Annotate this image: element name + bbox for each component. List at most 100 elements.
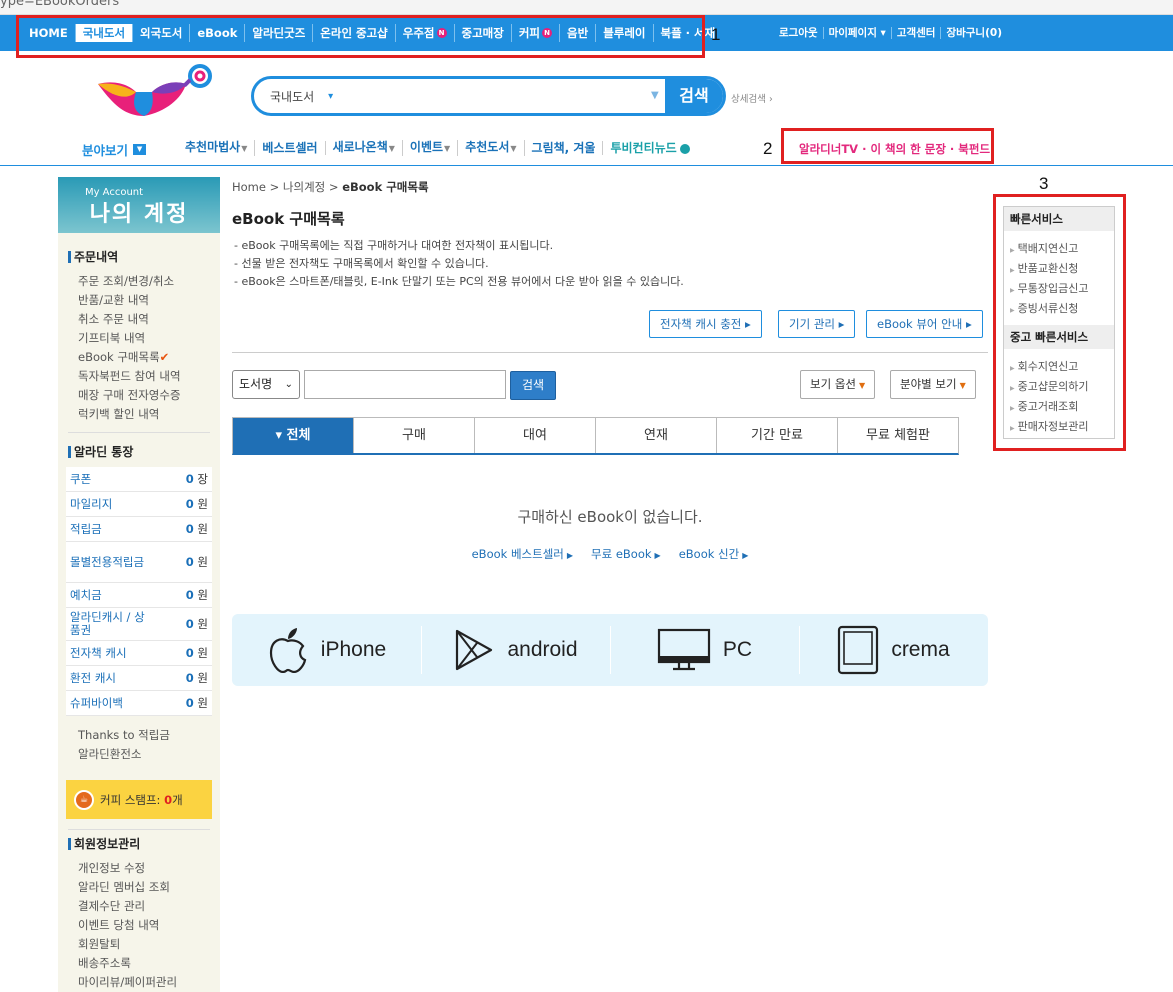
- book-search-input[interactable]: [304, 370, 506, 399]
- points-unit: 원: [197, 617, 208, 631]
- apple-icon: [269, 628, 307, 673]
- ebook-bestseller-link[interactable]: eBook 베스트셀러 ▶: [472, 546, 573, 562]
- category-view-button[interactable]: 분야별 보기 ▼: [890, 370, 976, 399]
- tab-serial[interactable]: 연재: [596, 418, 717, 453]
- search-input[interactable]: [358, 85, 648, 107]
- advanced-search-link[interactable]: 상세검색 ›: [731, 91, 773, 105]
- quick-link-documents[interactable]: ▶ 증빙서류신청: [1010, 300, 1114, 320]
- breadcrumb-separator: >: [328, 180, 339, 194]
- nav-recommend-wizard[interactable]: 추천마법사▼: [185, 140, 256, 156]
- quick-link-used-trades[interactable]: ▶ 중고거래조회: [1010, 398, 1114, 418]
- top-nav-coffee[interactable]: 커피 N: [512, 24, 561, 42]
- device-pc[interactable]: PC: [610, 614, 799, 686]
- top-nav-bluray[interactable]: 블루레이: [596, 24, 654, 42]
- sidebar-link-my-reviews[interactable]: 마이리뷰/페이퍼관리: [78, 974, 177, 990]
- customer-center-link[interactable]: 고객센터: [892, 27, 942, 39]
- cart-link[interactable]: 장바구니(0): [941, 27, 1007, 39]
- points-row-super-buyback[interactable]: 슈퍼바이백 0 원: [66, 691, 212, 716]
- top-nav-home[interactable]: HOME: [22, 24, 76, 42]
- quick-link-label: 무통장입금신고: [1017, 282, 1089, 295]
- coffee-stamp-box[interactable]: ☕ 커피 스탬프: 0개: [66, 780, 212, 819]
- sidebar-link-store-receipt[interactable]: 매장 구매 전자영수증: [78, 387, 181, 403]
- tab-free-trial[interactable]: 무료 체험판: [838, 418, 958, 453]
- device-management-button[interactable]: 기기 관리 ▸: [778, 310, 856, 338]
- link-label: eBook 신간: [678, 547, 740, 561]
- search-history-dropdown-icon[interactable]: ▼: [651, 90, 659, 101]
- promo-links[interactable]: 알라디너TV · 이 책의 한 문장 · 북펀드: [799, 141, 990, 157]
- device-android[interactable]: android: [421, 614, 610, 686]
- sidebar-link-thanks-to[interactable]: Thanks to 적립금: [78, 727, 170, 743]
- search-field-select[interactable]: 도서명 ⌄: [232, 370, 300, 399]
- ebook-cash-charge-button[interactable]: 전자책 캐시 충전 ▸: [649, 310, 762, 338]
- device-crema[interactable]: crema: [799, 614, 988, 686]
- top-nav-foreign-books[interactable]: 외국도서: [133, 24, 191, 42]
- quick-link-seller-info[interactable]: ▶ 판매자정보관리: [1010, 418, 1114, 438]
- quick-link-pickup-delay[interactable]: ▶ 회수지연신고: [1010, 358, 1114, 378]
- sidebar-link-exchange[interactable]: 알라딘환전소: [78, 746, 141, 762]
- search-category-select[interactable]: 국내도서 ▾: [270, 88, 333, 105]
- aladin-lamp-logo-icon[interactable]: [94, 62, 216, 120]
- quick-link-used-inquiry[interactable]: ▶ 중고샵문의하기: [1010, 378, 1114, 398]
- sidebar-link-cancelled[interactable]: 취소 주문 내역: [78, 311, 149, 327]
- sidebar-link-ebook-purchases[interactable]: eBook 구매목록✔: [78, 349, 169, 365]
- top-nav-used-store[interactable]: 중고매장: [455, 24, 512, 42]
- top-nav-goods[interactable]: 알라딘굿즈: [245, 24, 314, 42]
- points-row-aladin-cash[interactable]: 알라딘캐시 / 상품권 0 원: [66, 608, 212, 641]
- breadcrumb-account[interactable]: 나의계정: [283, 180, 325, 194]
- points-row-deposit[interactable]: 예치금 0 원: [66, 583, 212, 608]
- points-row-ebook-cash[interactable]: 전자책 캐시 0 원: [66, 641, 212, 666]
- search-button[interactable]: 검색: [665, 79, 723, 113]
- tab-rental[interactable]: 대여: [475, 418, 596, 453]
- sidebar-link-edit-profile[interactable]: 개인정보 수정: [78, 860, 145, 876]
- free-ebook-link[interactable]: 무료 eBook ▶: [591, 546, 661, 562]
- mypage-link[interactable]: 마이페이지 ▾: [824, 27, 892, 39]
- new-ebook-link[interactable]: eBook 신간 ▶: [679, 546, 749, 562]
- book-search-button[interactable]: 검색: [510, 371, 556, 400]
- browse-categories-button[interactable]: 분야보기 ▼: [82, 140, 147, 159]
- nav-bestseller[interactable]: 베스트셀러: [255, 141, 326, 155]
- logout-link[interactable]: 로그아웃: [774, 27, 824, 39]
- sidebar-link-payment-methods[interactable]: 결제수단 관리: [78, 898, 145, 914]
- view-options-button[interactable]: 보기 옵션 ▼: [800, 370, 876, 399]
- sidebar-link-luckybag[interactable]: 럭키백 할인 내역: [78, 406, 159, 422]
- sidebar-link-event-wins[interactable]: 이벤트 당첨 내역: [78, 917, 159, 933]
- top-nav-used-online[interactable]: 온라인 중고샵: [313, 24, 396, 42]
- quick-link-return-exchange[interactable]: ▶ 반품교환신청: [1010, 260, 1114, 280]
- chevron-down-icon: ▼: [444, 144, 451, 153]
- nav-to-be-continued[interactable]: 투비컨티뉴드: [603, 141, 696, 155]
- tab-all[interactable]: ▾ 전체: [233, 418, 354, 453]
- ebook-viewer-guide-button[interactable]: eBook 뷰어 안내 ▸: [866, 310, 983, 338]
- nav-events[interactable]: 이벤트▼: [403, 140, 459, 156]
- top-bar: HOME 국내도서 외국도서 eBook 알라딘굿즈 온라인 중고샵 우주점 N …: [0, 15, 1173, 51]
- device-label: crema: [891, 638, 950, 661]
- coffee-stamp-text: 커피 스탬프: 0개: [100, 792, 183, 808]
- sidebar-link-giftibook[interactable]: 기프티북 내역: [78, 330, 145, 346]
- sidebar-link-returns[interactable]: 반품/교환 내역: [78, 292, 149, 308]
- sidebar-link-withdraw[interactable]: 회원탈퇴: [78, 936, 120, 952]
- more-dots-icon: [679, 143, 690, 154]
- points-row-reserve[interactable]: 적립금 0 원: [66, 517, 212, 542]
- sidebar-link-bookfund[interactable]: 독자북펀드 참여 내역: [78, 368, 181, 384]
- points-row-exchange-cash[interactable]: 환전 캐시 0 원: [66, 666, 212, 691]
- tab-purchase[interactable]: 구매: [354, 418, 475, 453]
- quick-link-bank-deposit[interactable]: ▶ 무통장입금신고: [1010, 280, 1114, 300]
- nav-recommended-books[interactable]: 추천도서▼: [458, 140, 525, 156]
- points-row-mall-reserve[interactable]: 몰별전용적립금 0 원: [66, 542, 212, 583]
- sidebar-link-address-book[interactable]: 배송주소록: [78, 955, 131, 971]
- tab-expired[interactable]: 기간 만료: [717, 418, 838, 453]
- device-iphone[interactable]: iPhone: [232, 614, 421, 686]
- nav-picture-books-winter[interactable]: 그림책, 겨울: [525, 141, 604, 155]
- top-nav-ebook[interactable]: eBook: [190, 24, 246, 42]
- points-value: 0 원: [186, 645, 208, 661]
- nav-new-books[interactable]: 새로나온책▼: [326, 140, 403, 156]
- quick-link-delivery-delay[interactable]: ▶ 택배지연신고: [1010, 240, 1114, 260]
- breadcrumb-home[interactable]: Home: [232, 180, 266, 194]
- browser-url-bar[interactable]: ype=EBookOrders: [0, 0, 1173, 15]
- top-nav-music[interactable]: 음반: [560, 24, 597, 42]
- sidebar-link-order-lookup[interactable]: 주문 조회/변경/취소: [78, 273, 174, 289]
- top-nav-space-store[interactable]: 우주점 N: [396, 24, 455, 42]
- points-row-mileage[interactable]: 마일리지 0 원: [66, 492, 212, 517]
- sidebar-link-membership[interactable]: 알라딘 멤버십 조회: [78, 879, 170, 895]
- points-row-coupon[interactable]: 쿠폰 0 장: [66, 467, 212, 492]
- top-nav-domestic-books[interactable]: 국내도서: [75, 24, 134, 42]
